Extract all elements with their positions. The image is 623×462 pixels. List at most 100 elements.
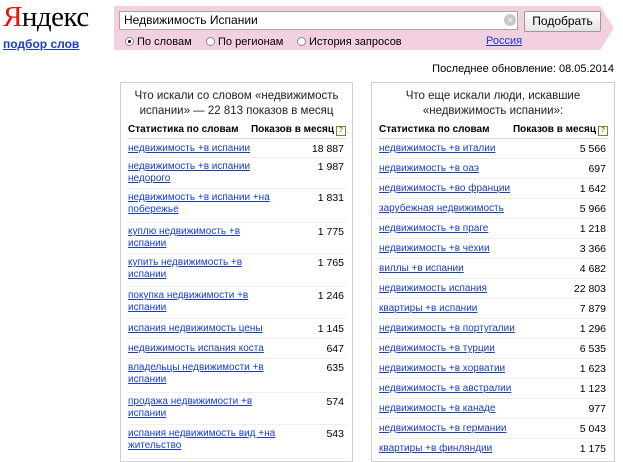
impression-count: 977: [588, 403, 606, 415]
impression-count: 22 803: [573, 283, 606, 295]
impression-count: 5 966: [579, 203, 606, 215]
last-update-text: Последнее обновление: 08.05.2014: [432, 63, 614, 75]
table-row: испания недвижимость цены 1 145: [127, 319, 346, 339]
impression-count: 5 566: [579, 143, 606, 155]
impression-count: 1 623: [579, 363, 606, 375]
service-name-link[interactable]: подбор слов: [3, 37, 79, 51]
mode-label: По регионам: [218, 36, 284, 48]
radio-icon[interactable]: [297, 37, 306, 46]
yandex-logo[interactable]: Яндекс: [3, 2, 89, 32]
impression-count: 1 218: [579, 223, 606, 235]
phrase-link[interactable]: недвижимость +в канаде: [379, 403, 529, 415]
phrase-link[interactable]: квартиры +в испании: [379, 303, 529, 315]
phrase-link[interactable]: зарубежная недвижимость: [379, 203, 529, 215]
table-row: недвижимость +в канаде 977: [378, 399, 608, 419]
table-row: недвижимость +в италии 5 566: [378, 139, 608, 159]
phrase-link[interactable]: недвижимость +в испании недорого: [128, 161, 278, 185]
table-row: испания недвижимость вид +на жительство 5…: [127, 425, 346, 459]
panel-title: Что искали со словом «недвижимость испан…: [134, 90, 339, 117]
search-input[interactable]: Недвижимость Испании: [119, 11, 518, 30]
phrase-link[interactable]: недвижимость +в австралии: [379, 383, 529, 395]
table-row: недвижимость +в праге 1 218: [378, 219, 608, 239]
logo-rest: ндекс: [21, 1, 89, 33]
table-row: зарубежная недвижимость 5 966: [378, 199, 608, 219]
phrase-link[interactable]: недвижимость +в хорватии: [379, 363, 529, 375]
impression-count: 697: [588, 163, 606, 175]
phrase-link[interactable]: недвижимость +в португалии: [379, 323, 529, 335]
phrase-link[interactable]: недвижимость +в чехии: [379, 243, 529, 255]
phrase-link[interactable]: виллы +в испании: [379, 263, 529, 275]
table-row: недвижимость +в испании недорого 1 987: [127, 158, 346, 189]
impression-count: 1 123: [579, 383, 606, 395]
table-row: недвижимость испания 22 803: [378, 279, 608, 299]
impression-count: 574: [326, 396, 344, 408]
phrase-link[interactable]: недвижимость испания коста: [128, 343, 278, 355]
phrase-link[interactable]: недвижимость +в испании +на побережье: [128, 192, 278, 216]
phrase-link[interactable]: недвижимость +во франции: [379, 183, 529, 195]
mode-label: По словам: [137, 36, 192, 48]
mode-history[interactable]: История запросов: [297, 36, 402, 48]
phrase-link[interactable]: покупка недвижимости +в испании: [128, 290, 278, 314]
phrase-link[interactable]: недвижимость +в турции: [379, 343, 529, 355]
table-row: квартиры +в финляндии 1 175: [378, 439, 608, 459]
table-row: недвижимость +в оаэ 697: [378, 159, 608, 179]
impression-count: 635: [326, 362, 344, 374]
left-rows: недвижимость +в испании 18 887 недвижимост…: [127, 139, 346, 459]
table-row: недвижимость +в испании +на побережье 1 8…: [127, 189, 346, 223]
column-header: Статистика по словам Показов в месяц?: [378, 123, 608, 139]
clear-icon[interactable]: ×: [504, 14, 516, 26]
phrase-link[interactable]: испания недвижимость цены: [128, 323, 278, 335]
impression-count: 1 296: [579, 323, 606, 335]
impression-count: 1 145: [317, 323, 344, 335]
phrase-link[interactable]: купить недвижимость +в испании: [128, 257, 278, 281]
table-row: квартиры +в испании 7 879: [378, 299, 608, 319]
mode-label: История запросов: [309, 36, 402, 48]
table-row: недвижимость испания коста 647: [127, 339, 346, 359]
impression-count: 1 987: [317, 161, 344, 173]
left-panel: Что искали со словом «недвижимость испан…: [120, 82, 353, 462]
mode-by-regions[interactable]: По регионам: [206, 36, 283, 48]
impression-count: 543: [326, 428, 344, 440]
phrase-link[interactable]: недвижимость +в германии: [379, 423, 529, 435]
region-link[interactable]: Россия: [486, 35, 522, 47]
impression-count: 3 366: [579, 243, 606, 255]
impression-count: 1 246: [317, 290, 344, 302]
help-icon[interactable]: ?: [598, 126, 608, 136]
logo-first-letter: Я: [3, 1, 22, 33]
table-row: недвижимость +в германии 5 043: [378, 419, 608, 439]
phrase-link[interactable]: квартиры +в финляндии: [379, 443, 529, 455]
phrase-link[interactable]: недвижимость испания: [379, 283, 529, 295]
radio-icon[interactable]: [206, 37, 215, 46]
impression-count: 1 175: [579, 443, 606, 455]
phrase-link[interactable]: испания недвижимость вид +на жительство: [128, 428, 278, 452]
table-row: недвижимость +в хорватии 1 623: [378, 359, 608, 379]
table-row: недвижимость +в чехии 3 366: [378, 239, 608, 259]
table-row: недвижимость +во франции 1 642: [378, 179, 608, 199]
table-row: недвижимость +в испании 18 887: [127, 139, 346, 158]
impression-count: 6 535: [579, 343, 606, 355]
search-band-arrow: [600, 6, 614, 50]
mode-by-words[interactable]: По словам: [125, 36, 192, 48]
table-row: куплю недвижимость +в испании 1 775: [127, 223, 346, 254]
impression-count: 18 887: [311, 143, 344, 155]
phrase-link[interactable]: недвижимость +в италии: [379, 143, 529, 155]
radio-icon[interactable]: [125, 37, 134, 46]
table-row: виллы +в испании 4 682: [378, 259, 608, 279]
col-count-header: Показов в месяц?: [513, 124, 608, 136]
help-icon[interactable]: ?: [336, 126, 346, 136]
panel-title: Что еще искали люди, искавшие «недвижимо…: [405, 90, 581, 117]
phrase-link[interactable]: недвижимость +в испании: [128, 143, 278, 155]
impression-count: 5 043: [579, 423, 606, 435]
impression-count: 1 831: [317, 192, 344, 204]
table-row: недвижимость +в австралии 1 123: [378, 379, 608, 399]
table-row: владельцы недвижимости +в испании 635: [127, 359, 346, 393]
col-count-label: Показов в месяц: [512, 124, 596, 135]
impression-count: 1 775: [317, 226, 344, 238]
submit-button[interactable]: Подобрать: [524, 11, 601, 32]
phrase-link[interactable]: продажа недвижимости +в испании: [128, 396, 278, 420]
phrase-link[interactable]: владельцы недвижимости +в испании: [128, 362, 278, 386]
phrase-link[interactable]: куплю недвижимость +в испании: [128, 226, 278, 250]
phrase-link[interactable]: недвижимость +в оаэ: [379, 163, 529, 175]
col-phrase-header: Статистика по словам: [379, 124, 490, 135]
phrase-link[interactable]: недвижимость +в праге: [379, 223, 529, 235]
